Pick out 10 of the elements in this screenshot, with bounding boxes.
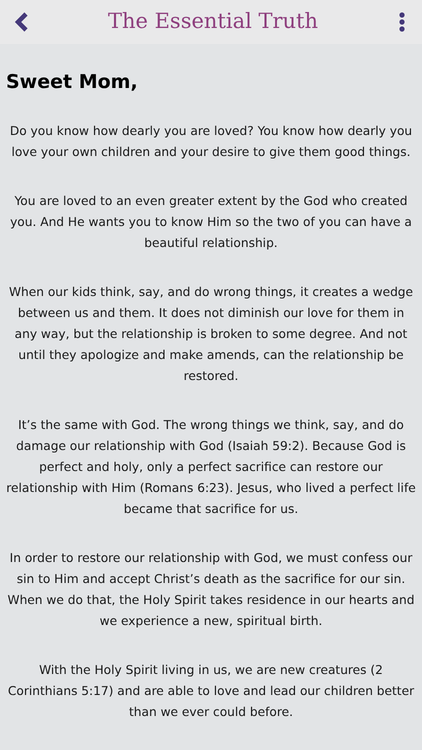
paragraph: Do you know how dearly you are loved? You know how dearly you love your own children and your desire to give them good things. <box>8 122 414 160</box>
paragraph: You are loved to an even greater extent by the God who created you. And He wants you to know Him so the two of you can have a beautiful relationship. <box>9 192 413 252</box>
greeting: Sweet Mom, <box>6 70 139 95</box>
paragraph: When our kids think, say, and do wrong things, it creates a wedge between us and them. It does not diminish our love for them in any way, but the relationship is broken to some degree. And not until they apologize and make amends, can the relationship be restored. <box>8 284 414 384</box>
paragraph: It’s the same with God. The wrong things we think, say, and do damage our relationship with God (Isaiah 59:2). Because God is perfect and holy, only a perfect sacrifice can restore our relationship with Him (Romans 6:23). Jesus, who lived a perfect life became that sacrifice for us. <box>6 416 416 518</box>
back-icon <box>15 12 29 32</box>
more-icon <box>398 12 405 32</box>
paragraph: With the Holy Spirit living in us, we are new creatures (2 Corinthians 5:17) and are able to love and lead our children better than we ever could before. <box>6 662 416 720</box>
paragraph: In order to restore our relationship with God, we must confess our sin to Him and accept Christ’s death as the sacrifice for our sin. When we do that, the Holy Spirit takes residence in our hearts and we experience a new, spiritual birth. <box>6 550 416 630</box>
header-title: The Essential Truth <box>108 8 318 36</box>
